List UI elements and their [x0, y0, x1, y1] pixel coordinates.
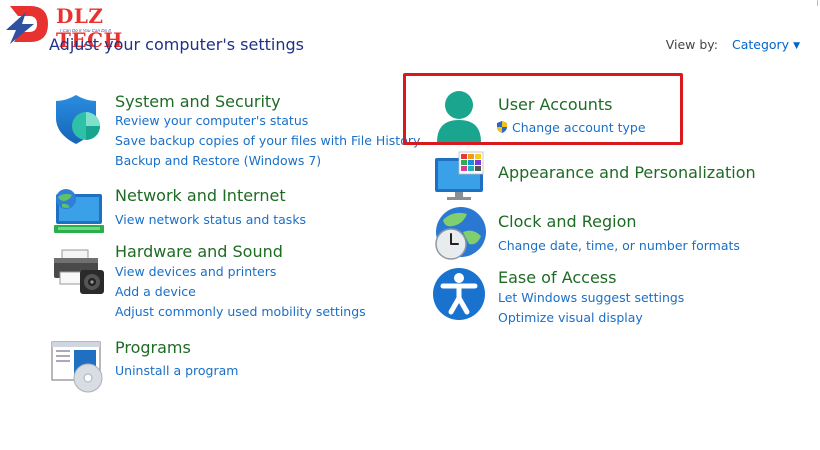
link-windows-suggest[interactable]: Let Windows suggest settings [498, 288, 684, 308]
clock-globe-icon [435, 207, 486, 260]
link-date-time-formats[interactable]: Change date, time, or number formats [498, 236, 740, 256]
view-by: View by: Category ▼ [666, 37, 800, 52]
logo-tagline: I Can Do It You Can Do It [60, 28, 111, 33]
network-icon [54, 189, 104, 233]
link-change-account-type[interactable]: Change account type [495, 118, 646, 138]
link-network-status[interactable]: View network status and tasks [115, 210, 306, 230]
category-title-user-accounts[interactable]: User Accounts [498, 95, 613, 114]
link-backup-restore[interactable]: Backup and Restore (Windows 7) [115, 151, 420, 171]
category-links-user-accounts: Change account type [495, 118, 646, 138]
scrollbar-edge [817, 0, 818, 6]
category-title-network-internet[interactable]: Network and Internet [115, 186, 286, 205]
category-title-system-security[interactable]: System and Security [115, 92, 281, 111]
category-links-network-internet: View network status and tasks [115, 210, 306, 230]
view-by-value: Category [731, 37, 790, 52]
shield-icon [56, 95, 100, 144]
user-icon [437, 91, 481, 142]
category-links-hardware-sound: View devices and printers Add a device A… [115, 262, 366, 322]
monitor-palette-icon [435, 151, 484, 200]
link-add-device[interactable]: Add a device [115, 282, 366, 302]
link-uninstall-program[interactable]: Uninstall a program [115, 361, 238, 381]
chevron-down-icon: ▼ [793, 41, 800, 51]
category-links-programs: Uninstall a program [115, 361, 238, 381]
programs-icon [51, 341, 103, 393]
link-file-history[interactable]: Save backup copies of your files with Fi… [115, 131, 420, 151]
accessibility-icon [433, 268, 485, 320]
category-links-clock-region: Change date, time, or number formats [498, 236, 740, 256]
link-optimize-display[interactable]: Optimize visual display [498, 308, 684, 328]
category-title-hardware-sound[interactable]: Hardware and Sound [115, 242, 283, 261]
link-review-status[interactable]: Review your computer's status [115, 111, 420, 131]
category-links-system-security: Review your computer's status Save backu… [115, 111, 420, 171]
view-by-dropdown[interactable]: Category ▼ [732, 37, 800, 52]
category-title-clock-region[interactable]: Clock and Region [498, 212, 637, 231]
link-change-account-type-label: Change account type [512, 120, 646, 135]
category-links-ease-of-access: Let Windows suggest settings Optimize vi… [498, 288, 684, 328]
category-title-ease-of-access[interactable]: Ease of Access [498, 268, 616, 287]
link-devices-printers[interactable]: View devices and printers [115, 262, 366, 282]
category-title-appearance[interactable]: Appearance and Personalization [498, 163, 756, 182]
uac-shield-icon [497, 121, 507, 133]
view-by-label: View by: [665, 37, 718, 52]
page-title: Adjust your computer's settings [49, 35, 304, 54]
category-title-programs[interactable]: Programs [115, 338, 191, 357]
printer-icon [54, 249, 104, 294]
link-mobility-settings[interactable]: Adjust commonly used mobility settings [115, 302, 366, 322]
control-panel-page: DLZ TECH I Can Do It You Can Do It Adjus… [0, 0, 820, 450]
